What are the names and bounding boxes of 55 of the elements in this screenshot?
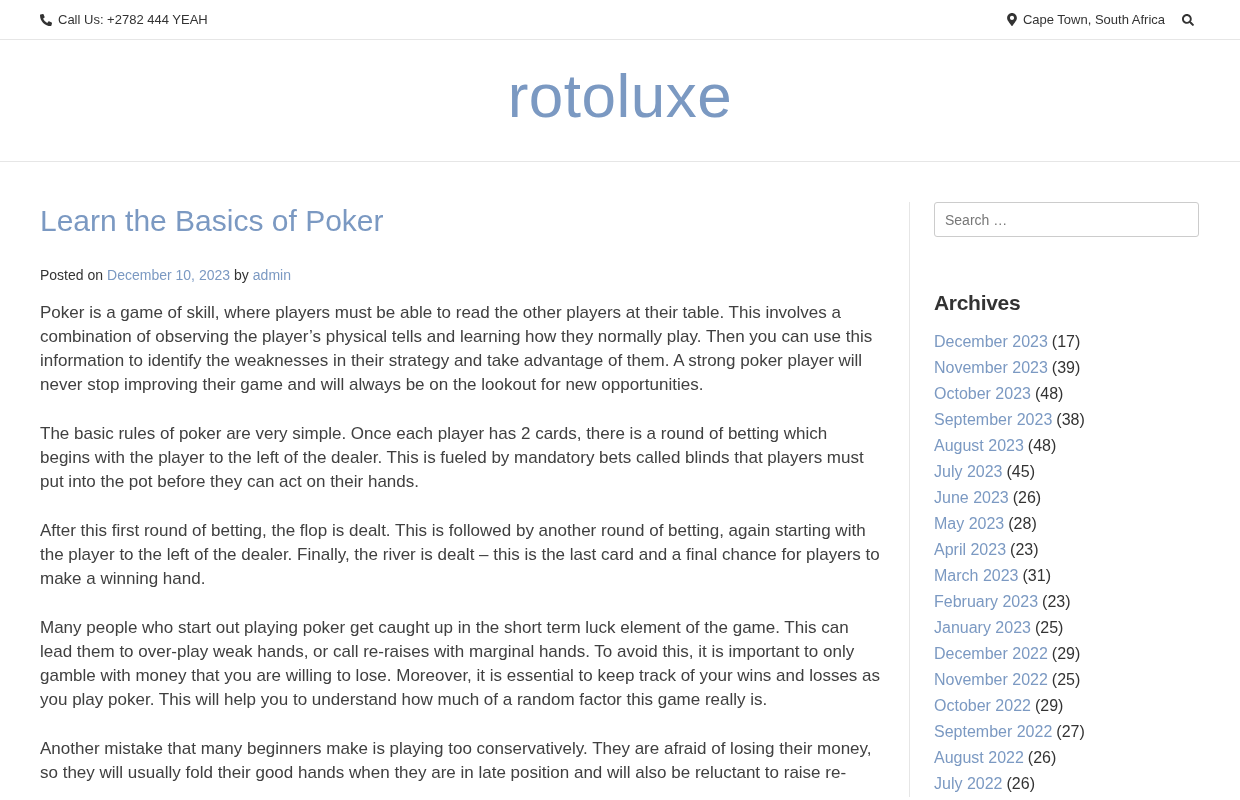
archive-link[interactable]: November 2023: [934, 355, 1048, 381]
archive-link[interactable]: December 2022: [934, 641, 1048, 667]
post-count: (48): [1027, 436, 1057, 456]
site-logo[interactable]: rotoluxe: [507, 60, 733, 131]
post-count: (26): [1027, 748, 1057, 768]
post-paragraph: Poker is a game of skill, where players must be able to read the other players at their table. This involves a combination of observing the player’s physical tells and learning how they normally play. Then you can use this information to identify the weaknesses in their strategy and take advantage of them. A strong poker player will never stop improving their game and will always be on the lookout for new opportunities.: [40, 302, 874, 396]
post-count: (25): [1034, 618, 1064, 638]
post-count: (38): [1056, 410, 1085, 430]
archive-link[interactable]: August 2023: [934, 433, 1024, 459]
post-count: (45): [1006, 462, 1035, 482]
archive-link[interactable]: September 2022: [934, 719, 1053, 745]
post-paragraph: The basic rules of poker are very simple. Once each player has 2 cards, there is a round of betting which begins with the player to the left of the dealer. This is fueled by mandatory bets called blinds that players must put into the pot before they can act on their hands.: [40, 423, 865, 493]
post-count: (27): [1056, 722, 1085, 742]
archive-link[interactable]: September 2023: [934, 407, 1053, 433]
archive-link[interactable]: October 2023: [934, 381, 1031, 407]
post-count: (28): [1008, 514, 1037, 534]
post-count: (29): [1051, 644, 1081, 664]
post-count: (31): [1022, 566, 1051, 586]
post-count: (23): [1010, 540, 1039, 560]
phone-number: Call Us: +2782 444 YEAH: [58, 10, 208, 29]
post-paragraph: Many people who start out playing poker get caught up in the short term luck element of the game. This can lead them to over-play weak hands, or call re-raises with marginal hands. To avoid this, it is important to only gamble with money that you are willing to lose. Moreover, it is essential to keep track of your wins and losses as you play poker. This will help you to understand how much of a random factor this game really is.: [40, 617, 881, 711]
post-paragraph: After this first round of betting, the flop is dealt. This is followed by another round of betting, again starting with the player to the left of the dealer. Finally, the river is dealt – this is the last card and a final chance for players to make a winning hand.: [40, 520, 881, 590]
post-count: (25): [1051, 670, 1081, 690]
archive-link[interactable]: August 2022: [934, 745, 1024, 771]
archive-link[interactable]: March 2023: [934, 563, 1019, 589]
post-count: (48): [1034, 384, 1064, 404]
post-title[interactable]: Learn the Basics of Poker: [40, 202, 881, 240]
location-text: Cape Town, South Africa: [1022, 10, 1165, 29]
post-count: (29): [1034, 696, 1064, 716]
author-link[interactable]: admin: [252, 266, 291, 284]
post-count: (17): [1051, 332, 1081, 352]
search-field[interactable]: Search …: [934, 202, 1199, 237]
archive-link[interactable]: May 2023: [934, 511, 1005, 537]
archive-link[interactable]: October 2022: [934, 693, 1031, 719]
post-count: (23): [1042, 592, 1071, 612]
archive-link[interactable]: February 2023: [934, 589, 1039, 615]
phone-icon: [40, 13, 52, 26]
search-button[interactable]: [1181, 12, 1195, 27]
by-label: by: [234, 266, 249, 284]
archive-link[interactable]: November 2022: [934, 667, 1048, 693]
post-count: (26): [1006, 774, 1035, 794]
map-marker-icon: [1006, 13, 1017, 26]
archive-link[interactable]: January 2023: [934, 615, 1031, 641]
archive-link[interactable]: December 2023: [934, 329, 1048, 355]
post-count: (26): [1012, 488, 1042, 508]
search-icon: [1182, 13, 1194, 26]
archive-link[interactable]: April 2023: [934, 537, 1007, 563]
post-count: (39): [1051, 358, 1081, 378]
archive-link[interactable]: July 2022: [934, 771, 1003, 797]
posted-on-label: Posted on: [40, 266, 104, 284]
archive-link[interactable]: June 2023: [934, 485, 1009, 511]
post-date-link[interactable]: December 10, 2023: [107, 266, 231, 284]
archives-heading: Archives: [934, 290, 1022, 316]
archive-link[interactable]: July 2023: [934, 459, 1003, 485]
post-paragraph: Another mistake that many beginners make is playing too conservatively. They are afraid of losing their money, so they will usually fold their good hands when they are in late position and will also be reluctant to raise re-: [40, 738, 873, 784]
